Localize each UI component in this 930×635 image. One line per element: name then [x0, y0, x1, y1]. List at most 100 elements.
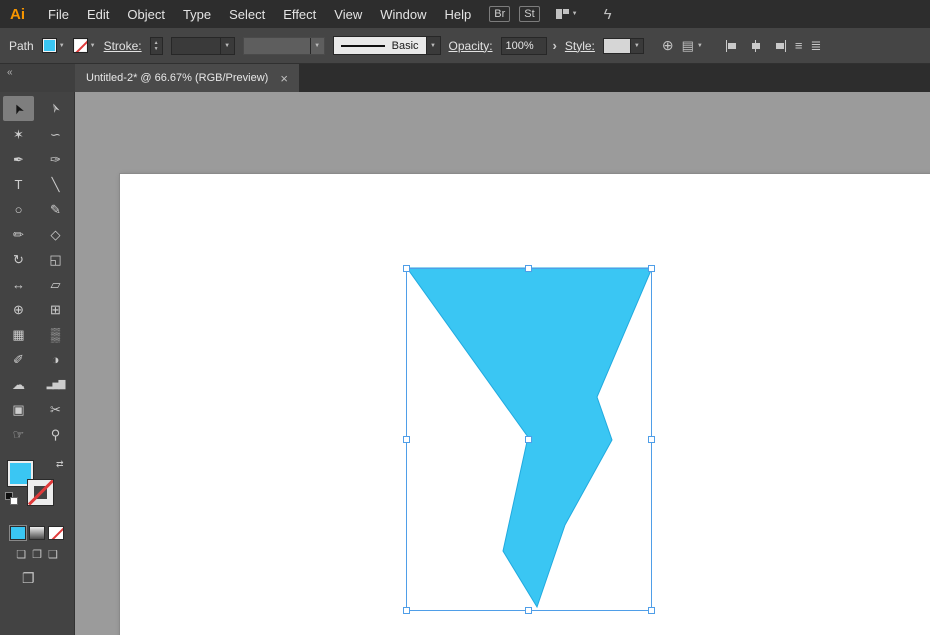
change-screen-mode-icon[interactable]: ❐ — [22, 570, 35, 587]
paragraph-align-icon[interactable]: ≣ — [810, 38, 821, 54]
symbol-sprayer-tool[interactable]: ☁ — [0, 372, 37, 397]
stroke-color-swatch[interactable] — [72, 38, 88, 53]
stroke-color-combo[interactable]: ▼ — [72, 38, 96, 53]
width-tool[interactable]: ↔ — [0, 272, 37, 297]
swap-fill-stroke-icon[interactable]: ⇄ — [56, 459, 64, 470]
stroke-width-dropdown-button[interactable]: ▼ — [219, 37, 234, 54]
brush-dropdown-button[interactable]: ▼ — [425, 37, 440, 54]
align-left-icon[interactable] — [725, 39, 739, 52]
draw-inside-icon[interactable]: ❑ — [48, 548, 58, 561]
bridge-button[interactable]: Br — [489, 6, 511, 22]
magic-wand-tool[interactable]: ✶ — [0, 122, 37, 147]
type-tool[interactable]: T — [0, 172, 37, 197]
brush-preview: Basic — [333, 37, 426, 54]
stroke-panel-link[interactable]: Stroke: — [104, 39, 142, 53]
gradient-button[interactable] — [29, 526, 45, 540]
stroke-width-value[interactable] — [171, 37, 220, 54]
handle-bottom-middle[interactable] — [525, 607, 532, 614]
opacity-input[interactable]: 100% — [500, 36, 547, 55]
menu-view[interactable]: View — [325, 7, 371, 22]
selection-bounding-box[interactable] — [403, 265, 655, 614]
drawing-modes-row: ❏ ❐ ❑ — [0, 548, 74, 561]
menu-object[interactable]: Object — [118, 7, 174, 22]
eraser-tool[interactable]: ◇ — [37, 222, 74, 247]
slice-tool[interactable]: ✂ — [37, 397, 74, 422]
close-tab-icon[interactable]: × — [280, 72, 288, 85]
scale-tool[interactable]: ◱ — [37, 247, 74, 272]
fill-color-combo[interactable]: ▼ — [41, 38, 65, 53]
align-group — [725, 39, 787, 52]
shape-builder-tool[interactable]: ⊕ — [0, 297, 37, 322]
stroke-indicator[interactable] — [28, 480, 53, 505]
handle-middle-left[interactable] — [403, 435, 410, 443]
graphic-style-combo[interactable]: ▼ — [602, 37, 644, 54]
none-button[interactable] — [48, 526, 64, 540]
pen-tool[interactable]: ✒ — [0, 147, 37, 172]
direct-selection-tool[interactable]: ➢ — [37, 95, 74, 120]
menu-file[interactable]: File — [39, 7, 78, 22]
stroke-width-combo[interactable]: ▼ — [170, 36, 235, 55]
draw-normal-icon[interactable]: ❏ — [16, 548, 26, 561]
screen-mode-row: ❐ — [0, 570, 74, 587]
default-fill-stroke-icon[interactable] — [5, 492, 18, 505]
menu-select[interactable]: Select — [220, 7, 274, 22]
distribute-icon[interactable]: ≡ — [795, 38, 803, 53]
zoom-tool[interactable]: ⚲ — [37, 422, 74, 447]
gradient-tool[interactable]: ▒ — [37, 322, 74, 347]
paintbrush-tool[interactable]: ✎ — [37, 197, 74, 222]
handle-top-middle[interactable] — [525, 265, 532, 272]
document-tab[interactable]: Untitled-2* @ 66.67% (RGB/Preview) × — [75, 64, 299, 92]
ellipse-tool[interactable]: ○ — [0, 197, 37, 222]
lasso-tool[interactable]: ∽ — [37, 122, 74, 147]
style-panel-link[interactable]: Style: — [565, 39, 595, 53]
handle-top-right[interactable] — [648, 265, 655, 272]
handle-top-left[interactable] — [403, 265, 410, 272]
color-button[interactable] — [10, 526, 26, 540]
gpu-performance-icon[interactable]: ϟ — [604, 6, 612, 23]
opacity-panel-link[interactable]: Opacity: — [449, 39, 493, 53]
perspective-grid-tool[interactable]: ⊞ — [37, 297, 74, 322]
blend-tool[interactable]: ◑ — [37, 347, 74, 372]
artboard-tool[interactable]: ▣ — [0, 397, 37, 422]
chevron-down-icon: ▼ — [58, 42, 65, 49]
menu-help[interactable]: Help — [435, 7, 480, 22]
handle-bottom-right[interactable] — [648, 607, 655, 614]
stroke-width-stepper[interactable]: ▲ ▼ — [149, 36, 163, 55]
column-graph-tool[interactable]: ▂▅▇ — [37, 372, 74, 397]
brush-definition-combo[interactable]: Basic ▼ — [332, 36, 441, 55]
free-transform-tool[interactable]: ▱ — [37, 272, 74, 297]
menu-effect[interactable]: Effect — [274, 7, 325, 22]
align-right-icon[interactable] — [773, 39, 787, 52]
menu-edit[interactable]: Edit — [78, 7, 118, 22]
hand-tool[interactable]: ☞ — [0, 422, 37, 447]
selection-tool[interactable]: ➤ — [3, 96, 34, 121]
line-segment-tool[interactable]: ╲ — [37, 172, 74, 197]
tools-panel: ➤ ➢ ✶ ∽ ✒ ✑ T ╲ ○ ✎ ✏ ◇ ↻ ◱ ↔ ▱ ⊕ ⊞ ▦ ▒ … — [0, 92, 75, 635]
align-center-icon[interactable] — [749, 39, 763, 52]
globe-icon[interactable]: ⊕ — [662, 37, 674, 54]
stepper-down-icon[interactable]: ▼ — [154, 46, 159, 52]
eyedropper-tool[interactable]: ✐ — [0, 347, 37, 372]
handle-middle-right[interactable] — [648, 435, 655, 443]
stock-button[interactable]: St — [519, 6, 540, 22]
fill-color-swatch[interactable] — [41, 38, 57, 53]
workspace-switcher[interactable]: ▼ — [555, 9, 578, 19]
opacity-expand-icon[interactable]: › — [553, 38, 557, 53]
document-setup-button[interactable]: ▤ ▼ — [682, 38, 703, 54]
graphic-style-dropdown-button[interactable]: ▼ — [629, 38, 643, 53]
menu-window[interactable]: Window — [371, 7, 435, 22]
rotate-tool[interactable]: ↻ — [0, 247, 37, 272]
mesh-tool[interactable]: ▦ — [0, 322, 37, 347]
graphic-style-preview — [603, 38, 630, 53]
illustrator-logo: Ai — [10, 5, 25, 23]
curvature-tool[interactable]: ✑ — [37, 147, 74, 172]
handle-bottom-left[interactable] — [403, 607, 410, 614]
draw-behind-icon[interactable]: ❐ — [32, 548, 42, 561]
collapse-panel-icon[interactable]: « — [7, 67, 13, 78]
menu-type[interactable]: Type — [174, 7, 220, 22]
pencil-tool[interactable]: ✏ — [0, 222, 37, 247]
canvas-area[interactable] — [75, 92, 930, 635]
handle-center[interactable] — [525, 435, 532, 443]
brush-stroke-preview — [340, 44, 385, 47]
panel-collapse-strip[interactable]: « — [0, 64, 75, 92]
